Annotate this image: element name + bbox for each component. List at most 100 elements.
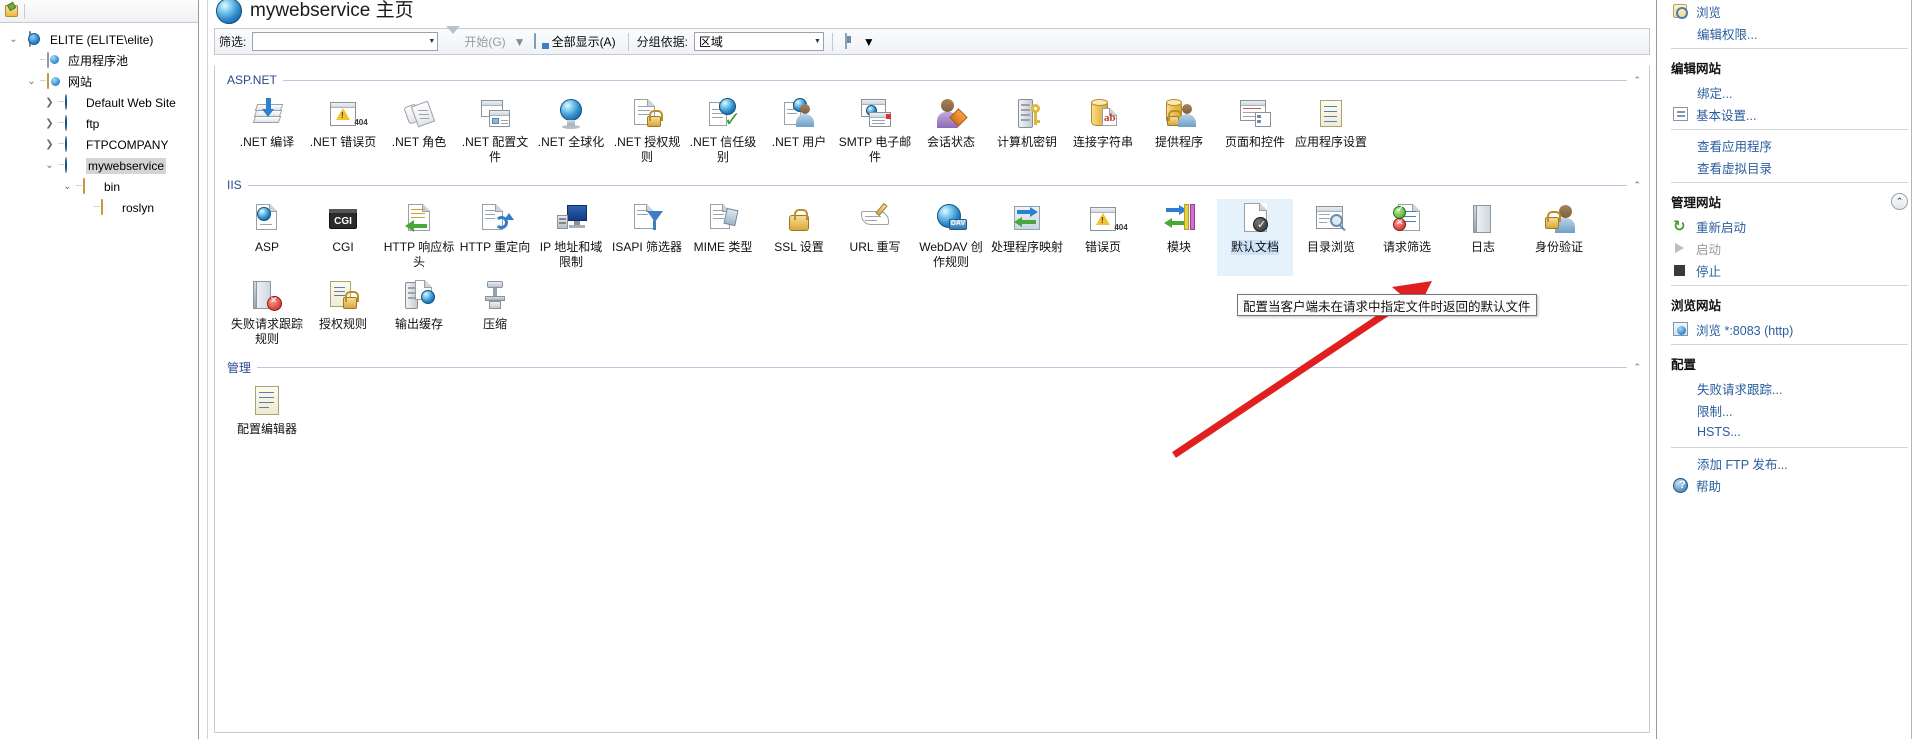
action--[interactable]: 查看虚拟目录 — [1657, 156, 1918, 178]
feature-net-trust-levels[interactable]: ✓ .NET 信任级别 — [685, 94, 761, 171]
action--[interactable]: 停止 — [1657, 259, 1918, 281]
chevron-down-icon[interactable]: ⌄ — [24, 76, 39, 87]
tree-node-default-web-site[interactable]: ❯ ┄ Default Web Site — [0, 92, 198, 113]
http-response-headers-icon — [401, 201, 437, 237]
chevron-down-icon[interactable]: ⌄ — [42, 160, 57, 171]
feature-request-filtering[interactable]: 请求筛选 — [1369, 199, 1445, 276]
feature-compression[interactable]: 压缩 — [457, 276, 533, 353]
content-pane: mywebservice 主页 筛选: ▼ 开始(G) ▼ 全部显示(A) 分组… — [199, 0, 1656, 739]
net-roles-icon — [401, 96, 437, 132]
feature-error-pages[interactable]: 404 错误页 — [1065, 199, 1141, 276]
feature-ip-address-domain-restrictions[interactable]: IP 地址和域限制 — [533, 199, 609, 276]
chevron-down-icon[interactable]: ⌄ — [60, 181, 75, 192]
tree-node-ftp[interactable]: ❯ ┄ ftp — [0, 113, 198, 134]
tree-node--[interactable]: ┄ 应用程序池 — [0, 50, 198, 71]
feature-net-compilation[interactable]: .NET 编译 — [229, 94, 305, 171]
action--[interactable]: 帮助 — [1657, 474, 1918, 496]
feature-net-authorization-rules[interactable]: .NET 授权规则 — [609, 94, 685, 171]
action--ftp-[interactable]: 添加 FTP 发布... — [1657, 452, 1918, 474]
action--[interactable]: ↻ 重新启动 — [1657, 215, 1918, 237]
collapse-group-icon[interactable]: ⌃ — [1891, 193, 1908, 210]
collapse-section-icon[interactable]: ⌃ — [1633, 180, 1641, 191]
chevron-down-icon[interactable]: ▼ — [808, 38, 821, 45]
feature-authorization-rules[interactable]: 授权规则 — [305, 276, 381, 353]
chevron-right-icon[interactable]: ❯ — [42, 97, 57, 108]
feature-http-redirect[interactable]: HTTP 重定向 — [457, 199, 533, 276]
tree-node--[interactable]: ⌄ ┄ 网站 — [0, 71, 198, 92]
show-all-button[interactable]: 全部显示(A) — [530, 31, 620, 52]
feature-http-response-headers[interactable]: HTTP 响应标头 — [381, 199, 457, 276]
action--[interactable]: 编辑权限... — [1657, 22, 1918, 44]
feature-net-profile[interactable]: .NET 配置文件 — [457, 94, 533, 171]
feature-ssl-settings[interactable]: SSL 设置 — [761, 199, 837, 276]
feature-providers[interactable]: 提供程序 — [1141, 94, 1217, 171]
feature-authentication[interactable]: 身份验证 — [1521, 199, 1597, 276]
feature-label: .NET 全球化 — [537, 135, 605, 149]
section-divider — [257, 366, 1628, 368]
action--[interactable]: 查看应用程序 — [1657, 134, 1918, 156]
action-label: 浏览 — [1696, 5, 1722, 20]
tree-node-label: ELITE (ELITE\elite) — [50, 32, 154, 47]
feature-cgi[interactable]: CGI CGI — [305, 199, 381, 276]
section-header: 管理 ⌃ — [215, 359, 1649, 375]
feature-output-caching[interactable]: 输出缓存 — [381, 276, 457, 353]
filter-input[interactable]: ▼ — [252, 32, 439, 51]
action--[interactable]: 绑定... — [1657, 81, 1918, 103]
feature-logging[interactable]: 日志 — [1445, 199, 1521, 276]
feature-net-users[interactable]: .NET 用户 — [761, 94, 837, 171]
mime-types-icon — [705, 201, 741, 237]
chevron-down-icon[interactable]: ▼ — [863, 35, 875, 49]
filter-go-button[interactable]: 开始(G) — [442, 26, 509, 52]
feature-net-globalization[interactable]: .NET 全球化 — [533, 94, 609, 171]
feature-handler-mappings[interactable]: 处理程序映射 — [989, 199, 1065, 276]
chevron-right-icon[interactable]: ❯ — [42, 139, 57, 150]
feature-url-rewrite[interactable]: URL 重写 — [837, 199, 913, 276]
action-hsts[interactable]: HSTS... — [1657, 421, 1918, 443]
feature-net-roles[interactable]: .NET 角色 — [381, 94, 457, 171]
feature-connection-strings[interactable]: ab 连接字符串 — [1065, 94, 1141, 171]
feature-label: HTTP 重定向 — [459, 240, 531, 254]
chevron-down-icon[interactable]: ▼ — [422, 38, 435, 45]
feature-net-error-pages[interactable]: 404 .NET 错误页 — [305, 94, 381, 171]
tree-node-mywebservice[interactable]: ⌄ ┄ mywebservice — [0, 155, 198, 176]
action--[interactable]: 限制... — [1657, 399, 1918, 421]
feature-machine-key[interactable]: 计算机密钥 — [989, 94, 1065, 171]
action--[interactable]: 基本设置... — [1657, 103, 1918, 125]
feature-modules[interactable]: 模块 — [1141, 199, 1217, 276]
action--[interactable]: 失败请求跟踪... — [1657, 377, 1918, 399]
collapse-section-icon[interactable]: ⌃ — [1633, 75, 1641, 86]
feature-mime-types[interactable]: MIME 类型 — [685, 199, 761, 276]
feature-label: URL 重写 — [849, 240, 901, 254]
collapse-section-icon[interactable]: ⌃ — [1633, 362, 1641, 373]
http-redirect-icon — [477, 201, 514, 237]
feature-pages-and-controls[interactable]: 页面和控件 — [1217, 94, 1293, 171]
tree-node-elite-elite-elite-[interactable]: ⌄ ELITE (ELITE\elite) — [0, 29, 198, 50]
feature-asp[interactable]: ASP — [229, 199, 305, 276]
server-icon — [29, 30, 47, 48]
actions-divider — [1671, 48, 1908, 49]
connections-icon[interactable] — [4, 1, 19, 19]
chevron-right-icon[interactable]: ❯ — [42, 118, 57, 129]
feature-configuration-editor[interactable]: 配置编辑器 — [229, 381, 305, 443]
action--[interactable]: 浏览 — [1657, 0, 1918, 22]
toolbar-separator — [24, 3, 25, 19]
feature-smtp-email[interactable]: SMTP 电子邮件 — [837, 94, 913, 171]
feature-failed-request-tracing-rules[interactable]: 失败请求跟踪规则 — [229, 276, 305, 353]
filter-go-dropdown-icon[interactable]: ▼ — [514, 35, 526, 49]
feature-directory-browsing[interactable]: 目录浏览 — [1293, 199, 1369, 276]
ip-address-domain-restrictions-icon — [553, 201, 589, 237]
feature-default-document[interactable]: ✓ 默认文档 — [1217, 199, 1293, 276]
chevron-down-icon[interactable]: ⌄ — [6, 34, 21, 45]
tree-node-roslyn[interactable]: ┄ roslyn — [0, 197, 198, 218]
view-mode-button[interactable]: ▼ — [841, 32, 879, 51]
tree-node-bin[interactable]: ⌄ ┄ bin — [0, 176, 198, 197]
feature-application-settings[interactable]: 应用程序设置 — [1293, 94, 1369, 171]
pages-and-controls-icon — [1237, 96, 1273, 132]
tree-node-ftpcompany[interactable]: ❯ ┄ FTPCOMPANY — [0, 134, 198, 155]
feature-isapi-filters[interactable]: ISAPI 筛选器 — [609, 199, 685, 276]
group-by-select[interactable]: 区域 ▼ — [693, 32, 824, 51]
feature-webdav-authoring-rules[interactable]: DAV WebDAV 创作规则 — [913, 199, 989, 276]
compression-icon — [477, 278, 513, 314]
action--8083-http-[interactable]: 浏览 *:8083 (http) — [1657, 318, 1918, 340]
feature-session-state[interactable]: 会话状态 — [913, 94, 989, 171]
